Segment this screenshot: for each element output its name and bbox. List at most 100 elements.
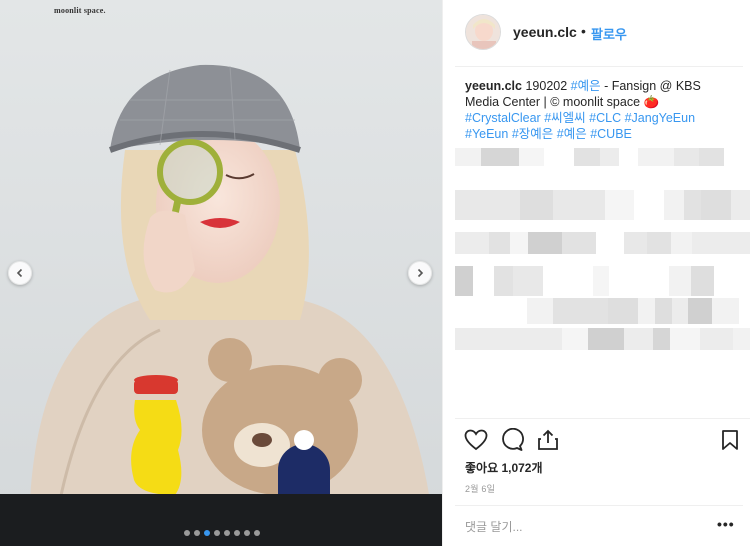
censor-pixel <box>492 190 520 220</box>
carousel-dot <box>224 530 230 536</box>
share-icon <box>538 429 558 450</box>
heart-icon <box>464 429 488 451</box>
previous-slide-button[interactable] <box>8 261 32 285</box>
carousel-dot <box>184 530 190 536</box>
censor-pixel <box>562 328 588 350</box>
censor-pixel <box>700 328 733 350</box>
hashtag-link[interactable]: #YeEun <box>465 127 508 141</box>
censor-pixel <box>513 266 543 296</box>
censor-pixel <box>664 190 684 220</box>
censor-pixel <box>715 232 732 254</box>
hashtag-link[interactable]: #예은 <box>557 127 587 141</box>
censor-pixel <box>684 190 701 220</box>
carousel-dot <box>204 530 210 536</box>
censored-comments-area <box>455 148 750 360</box>
hashtag-link[interactable]: #CUBE <box>590 127 632 141</box>
comment-input[interactable] <box>465 516 695 538</box>
censor-pixel <box>670 328 700 350</box>
header-separator: • <box>581 23 586 39</box>
censor-pixel <box>672 298 688 324</box>
like-count[interactable]: 좋아요 1,072개 <box>465 459 543 476</box>
censor-pixel <box>520 190 553 220</box>
censor-pixel <box>519 148 544 166</box>
censor-pixel <box>553 298 585 324</box>
censor-pixel <box>455 328 490 350</box>
follow-button[interactable]: 팔로우 <box>591 24 627 43</box>
censor-pixel <box>624 232 647 254</box>
hashtag-link[interactable]: #CLC <box>589 111 621 125</box>
censor-pixel <box>638 298 655 324</box>
carousel-dot <box>254 530 260 536</box>
post-photo[interactable]: moonlit space. <box>0 0 442 546</box>
photo-watermark: moonlit space. <box>54 6 106 15</box>
censor-pixel <box>490 328 525 350</box>
censor-pixel <box>701 190 731 220</box>
comment-bar: ••• <box>455 505 743 546</box>
tomato-emoji: 🍅 <box>643 95 660 109</box>
save-button[interactable] <box>717 427 743 453</box>
carousel-dot <box>214 530 220 536</box>
hashtag-list: #CrystalClear #씨엘씨 #CLC #JangYeEun #YeEu… <box>465 111 695 141</box>
chevron-right-icon <box>417 268 424 278</box>
carousel-indicator <box>184 530 260 536</box>
hashtag-link[interactable]: #씨엘씨 <box>544 111 585 125</box>
censor-pixel <box>585 298 608 324</box>
censor-pixel <box>733 328 750 350</box>
hashtag-link[interactable]: #JangYeEun <box>625 111 695 125</box>
post-caption: yeeun.clc 190202 #예은 - Fansign @ KBS Med… <box>465 78 735 142</box>
censor-pixel <box>624 328 653 350</box>
censor-pixel <box>692 232 715 254</box>
censor-pixel <box>481 148 502 166</box>
censor-pixel <box>553 190 570 220</box>
censor-pixel <box>489 232 510 254</box>
photo-image <box>0 0 442 546</box>
comment-button[interactable] <box>499 427 525 453</box>
carousel-dot <box>244 530 250 536</box>
censor-pixel <box>570 190 605 220</box>
censor-pixel <box>699 148 724 166</box>
censor-pixel <box>528 232 562 254</box>
more-options-button[interactable]: ••• <box>717 516 735 532</box>
censor-pixel <box>608 298 638 324</box>
bookmark-icon <box>722 430 738 450</box>
censor-pixel <box>731 190 750 220</box>
censor-pixel <box>669 266 691 296</box>
censor-pixel <box>588 328 624 350</box>
censor-pixel <box>574 148 600 166</box>
action-bar <box>455 418 750 451</box>
hashtag-link[interactable]: #장예은 <box>512 127 553 141</box>
censor-pixel <box>593 266 609 296</box>
hashtag-link[interactable]: #예은 <box>571 79 601 93</box>
header-username[interactable]: yeeun.clc <box>513 24 577 40</box>
censor-pixel <box>562 232 596 254</box>
avatar[interactable] <box>465 14 501 50</box>
share-button[interactable] <box>535 427 561 453</box>
comment-icon <box>502 428 524 451</box>
censor-pixel <box>655 298 672 324</box>
censor-pixel <box>688 298 712 324</box>
post-date[interactable]: 2월 6일 <box>465 482 495 495</box>
censor-pixel <box>510 232 528 254</box>
censor-pixel <box>671 232 692 254</box>
next-slide-button[interactable] <box>408 261 432 285</box>
censor-pixel <box>502 148 519 166</box>
censor-pixel <box>653 328 670 350</box>
censor-pixel <box>674 148 699 166</box>
censor-pixel <box>455 232 489 254</box>
censor-pixel <box>525 328 562 350</box>
censor-pixel <box>712 298 739 324</box>
caption-username[interactable]: yeeun.clc <box>465 79 522 93</box>
caption-text-1: 190202 <box>521 79 571 93</box>
censor-pixel <box>647 232 671 254</box>
carousel-dot <box>194 530 200 536</box>
censor-pixel <box>455 266 473 296</box>
censor-pixel <box>494 266 513 296</box>
chevron-left-icon <box>16 268 23 278</box>
like-button[interactable] <box>463 427 489 453</box>
censor-pixel <box>691 266 714 296</box>
censor-pixel <box>605 190 634 220</box>
censor-pixel <box>455 148 481 166</box>
hashtag-link[interactable]: #CrystalClear <box>465 111 541 125</box>
post-details-panel: yeeun.clc • 팔로우 yeeun.clc 190202 #예은 - F… <box>442 0 750 546</box>
censor-pixel <box>455 190 492 220</box>
